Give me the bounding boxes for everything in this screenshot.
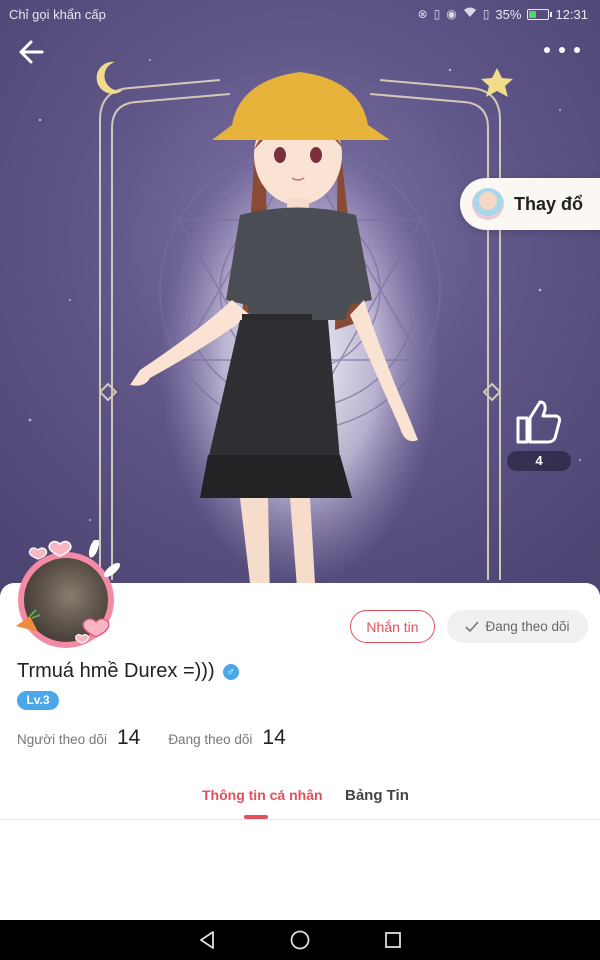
battery-fill bbox=[529, 10, 537, 18]
nfc-icon: ⊗ bbox=[417, 7, 428, 21]
nav-back-button[interactable] bbox=[193, 926, 221, 954]
following-button-label: Đang theo dõi bbox=[485, 619, 570, 634]
back-button[interactable] bbox=[14, 34, 50, 70]
thumbs-up-icon bbox=[516, 400, 562, 444]
followers-label[interactable]: Người theo dõi bbox=[17, 732, 107, 747]
nav-recents-button[interactable] bbox=[379, 926, 407, 954]
vibrate-icon: ▯ bbox=[433, 7, 441, 21]
character-showcase bbox=[0, 0, 600, 600]
triangle-back-icon bbox=[199, 931, 214, 949]
like-count: 4 bbox=[507, 451, 571, 471]
status-bar: Chỉ gọi khẩn cấp ⊗ ▯ ◉ ▯ 35% 12:31 bbox=[0, 0, 600, 28]
character-illustration bbox=[28, 59, 581, 600]
username: Trmuá hmề Durex =))) ♂ bbox=[17, 660, 239, 683]
following-label[interactable]: Đang theo dõi bbox=[168, 732, 252, 747]
wifi-icon bbox=[463, 7, 477, 21]
battery-icon bbox=[527, 8, 553, 20]
status-icons: ⊗ ▯ ◉ ▯ 35% 12:31 bbox=[418, 7, 588, 22]
clock: 12:31 bbox=[555, 6, 588, 22]
system-navigation-bar bbox=[0, 920, 600, 960]
message-button[interactable]: Nhắn tin bbox=[350, 610, 435, 643]
avatar-decoration-icon bbox=[16, 540, 120, 644]
outfit-avatar-icon bbox=[472, 188, 504, 220]
following-count[interactable]: 14 bbox=[262, 726, 285, 750]
more-options-button[interactable] bbox=[544, 38, 580, 62]
followers-count[interactable]: 14 bbox=[117, 726, 140, 750]
username-text: Trmuá hmề Durex =))) bbox=[17, 660, 215, 682]
like-button[interactable] bbox=[512, 398, 564, 446]
more-horizontal-icon bbox=[544, 47, 550, 53]
change-outfit-label: Thay đổ bbox=[514, 193, 584, 214]
profile-tabs: Thông tin cá nhân Bảng Tin bbox=[0, 780, 600, 820]
male-gender-icon: ♂ bbox=[222, 663, 239, 680]
follow-stats: Người theo dõi 14 Đang theo dõi 14 bbox=[17, 726, 286, 750]
nav-home-button[interactable] bbox=[286, 926, 314, 954]
avatar-frame[interactable] bbox=[8, 540, 120, 648]
eye-icon: ◉ bbox=[446, 7, 457, 21]
check-icon bbox=[465, 620, 480, 632]
arrow-left-icon bbox=[19, 40, 44, 64]
battery-percent: 35% bbox=[495, 6, 522, 22]
following-button[interactable]: Đang theo dõi bbox=[447, 610, 588, 643]
active-tab-indicator bbox=[244, 815, 268, 819]
sim-icon: ▯ bbox=[482, 7, 490, 21]
level-badge: Lv.3 bbox=[17, 691, 59, 710]
circle-home-icon bbox=[290, 930, 310, 950]
tab-personal-info[interactable]: Thông tin cá nhân bbox=[202, 787, 323, 803]
change-outfit-button[interactable]: Thay đổ bbox=[460, 178, 600, 230]
tab-news-feed[interactable]: Bảng Tin bbox=[345, 787, 409, 804]
square-recents-icon bbox=[385, 932, 402, 948]
carrier-text: Chỉ gọi khẩn cấp bbox=[9, 6, 106, 22]
